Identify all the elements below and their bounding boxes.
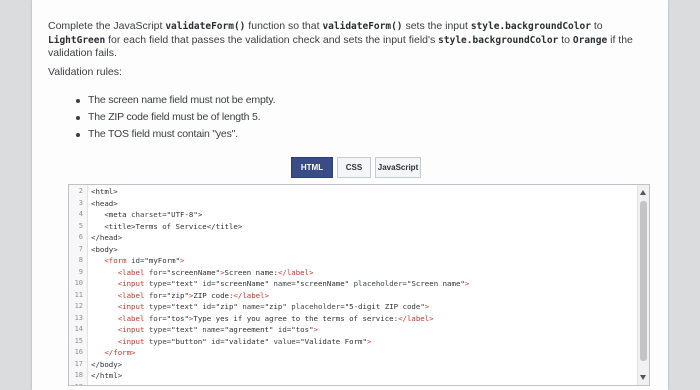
line-number: 19 — [69, 382, 83, 386]
code-style-background-color: style.backgroundColor — [470, 21, 591, 32]
code-content[interactable]: 2 <html> 3 <head> 4 <meta charset="UTF-8"> 5 … — [69, 186, 629, 386]
code-text: </body> — [91, 359, 123, 369]
code-validate-form: validateForm() — [165, 21, 246, 32]
code-line: 13 <label for="tos">Type yes if you agre… — [69, 313, 629, 325]
instructions-part: for each field that passes the validatio… — [105, 33, 439, 46]
line-number: 4 — [78, 210, 83, 218]
code-text: </head> — [91, 233, 123, 242]
line-number: 14 — [74, 325, 83, 333]
scroll-up-arrow-icon[interactable] — [640, 190, 646, 195]
tab-html[interactable]: HTML — [291, 157, 333, 178]
scroll-thumb[interactable] — [640, 201, 647, 361]
line-number: 10 — [74, 279, 83, 287]
code-line: 6 </head> — [69, 232, 629, 244]
code-text: <meta charset="UTF-8"> — [104, 210, 203, 219]
code-text: <form id="myForm"> — [104, 256, 185, 265]
code-line: 11 <label for="zip">ZIP code:</label> — [69, 290, 629, 302]
code-text: <label for="tos">Type yes if you agree t… — [117, 313, 434, 323]
code-text: <input type="text" name="agreement" id="… — [117, 325, 318, 334]
code-line: 7 <body> — [69, 244, 629, 256]
editor-scrollbar[interactable] — [637, 185, 649, 385]
instructions-part: to — [590, 20, 603, 32]
code-text: </html> — [91, 371, 123, 380]
code-line: 17 </body> — [69, 359, 629, 371]
instructions-part: to — [558, 33, 573, 46]
code-line: 4 <meta charset="UTF-8"> — [69, 209, 629, 221]
rule-item: The screen name field must not be empty. — [76, 92, 276, 109]
code-line: 12 <input type="text" id="zip" name="zip… — [69, 301, 629, 313]
line-number: 16 — [74, 348, 83, 356]
line-number: 18 — [74, 371, 83, 379]
code-line: 14 <input type="text" name="agreement" i… — [69, 324, 629, 336]
rules-title: Validation rules: — [48, 66, 122, 78]
line-number: 3 — [78, 198, 83, 207]
code-line: 18 </html> — [69, 370, 629, 382]
code-text: <label for="zip">ZIP code:</label> — [117, 290, 270, 300]
code-light-green: LightGreen — [48, 34, 106, 46]
code-text: <title>Terms of Service</title> — [104, 221, 243, 231]
line-number: 8 — [78, 256, 83, 264]
rule-item: The ZIP code field must be of length 5. — [76, 109, 275, 126]
instructions-part: function so that — [245, 20, 323, 32]
editor-tabs: HTML CSS JavaScript — [291, 157, 421, 178]
instructions-part: Complete the JavaScript — [48, 20, 166, 32]
code-orange: Orange — [572, 34, 608, 46]
code-validate-form: validateForm() — [322, 21, 403, 32]
line-number: 9 — [78, 267, 83, 276]
code-line: 8 <form id="myForm"> — [69, 255, 629, 267]
code-text: </form> — [104, 348, 136, 357]
tab-javascript[interactable]: JavaScript — [375, 157, 421, 178]
code-text: <body> — [91, 244, 118, 254]
line-number: 12 — [74, 302, 83, 310]
line-number: 11 — [74, 290, 83, 299]
code-text: <input type="text" id="zip" name="zip" p… — [117, 302, 430, 311]
code-line: 9 <label for="screenName">Screen name:</… — [69, 267, 629, 279]
code-line: 16 </form> — [69, 347, 629, 359]
code-editor[interactable]: 2 <html> 3 <head> 4 <meta charset="UTF-8"> 5 … — [68, 184, 650, 386]
line-number: 17 — [74, 359, 83, 368]
line-number: 13 — [74, 313, 83, 322]
scroll-down-arrow-icon[interactable] — [640, 375, 646, 380]
code-line: 10 <input type="text" id="screenName" na… — [69, 278, 629, 290]
line-number: 15 — [74, 336, 83, 345]
code-text: <head> — [91, 198, 118, 208]
code-style-background-color: style.backgroundColor — [438, 34, 559, 46]
line-number: 5 — [78, 221, 83, 230]
line-number: 6 — [78, 233, 83, 241]
code-line: 2 <html> — [69, 186, 629, 198]
line-number: 2 — [78, 187, 83, 195]
rules-list: The screen name field must not be empty.… — [76, 92, 276, 143]
code-line: 19 — [69, 382, 629, 386]
instructions-part: sets the input — [402, 20, 471, 32]
instructions-text: Complete the JavaScript validateForm() f… — [48, 20, 660, 61]
question-card: Complete the JavaScript validateForm() f… — [32, 0, 668, 390]
tab-css[interactable]: CSS — [337, 157, 371, 178]
line-number: 7 — [78, 244, 83, 253]
code-text: <html> — [91, 187, 118, 196]
code-line: 15 <input type="button" id="validate" va… — [69, 336, 629, 348]
rule-item: The TOS field must contain "yes". — [76, 126, 275, 143]
code-text: <label for="screenName">Screen name:</la… — [117, 267, 314, 277]
code-text: <input type="text" id="screenName" name=… — [117, 279, 470, 288]
code-text: <input type="button" id="validate" value… — [117, 336, 372, 346]
code-line: 5 <title>Terms of Service</title> — [69, 221, 629, 233]
code-line: 3 <head> — [69, 198, 629, 210]
